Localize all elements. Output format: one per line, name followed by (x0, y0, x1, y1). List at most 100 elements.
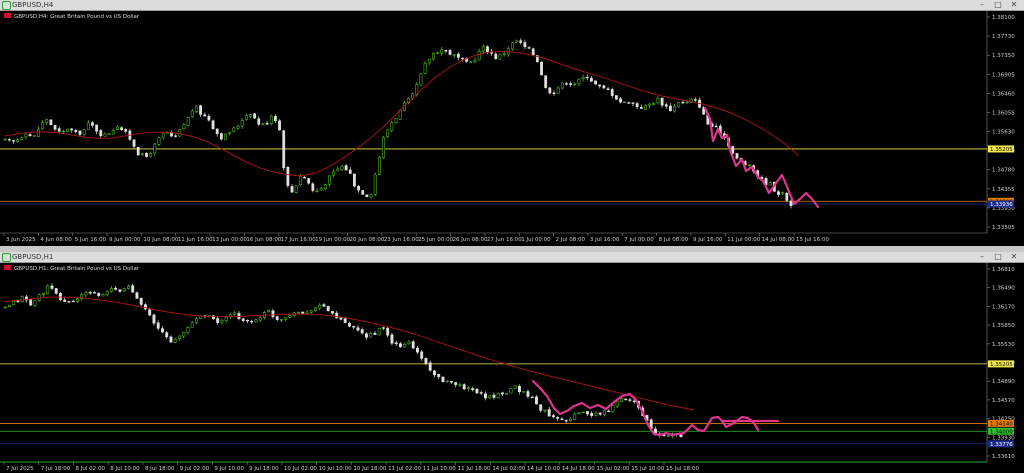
y-tick-label: 1.36810 (992, 267, 1015, 273)
maximize-button[interactable]: □ (992, 252, 1004, 262)
candle-body (348, 169, 352, 174)
candle-body (95, 124, 99, 132)
candle-body (479, 392, 483, 394)
candle-body (353, 173, 356, 187)
x-tick-label: 4 Jun 08:00 (40, 237, 72, 243)
price-tag-label-yellow: 1.35205 (990, 147, 1013, 153)
candle-body (615, 401, 619, 407)
candle-body (249, 114, 252, 117)
candle-body (540, 61, 543, 76)
candle-body (648, 103, 652, 106)
candle-body (377, 156, 381, 175)
window-title: GBPUSD,H4 (12, 1, 54, 9)
price-tag-label-green: 1.34000 (990, 429, 1013, 435)
candle-body (356, 327, 360, 331)
candle-body (186, 327, 190, 333)
candle-body (656, 98, 660, 104)
candle-body (454, 382, 458, 385)
candle-body (556, 87, 560, 94)
y-tick-label: 1.36170 (992, 304, 1015, 310)
candle-body (182, 124, 186, 129)
window-titlebar[interactable]: GBPUSD,H4 – □ ✕ (0, 0, 1024, 11)
candle-body (523, 42, 527, 48)
close-button[interactable]: ✕ (1008, 252, 1020, 262)
candle-body (594, 80, 597, 85)
candle-body (505, 392, 509, 395)
candle-body (386, 129, 390, 138)
x-tick-label: 11 Jul 00:00 (727, 237, 760, 243)
candle-body (199, 105, 202, 115)
x-tick-label: 9 Jul 18:00 (249, 466, 279, 472)
candle-body (28, 134, 32, 136)
x-tick-label: 15 Jul 02:00 (597, 466, 630, 472)
close-button[interactable]: ✕ (1008, 0, 1020, 10)
candle-body (76, 298, 79, 302)
chart-h4[interactable]: GBPUSD,H4: Great Britain Pound vs US Dol… (0, 11, 1024, 246)
candle-body (666, 435, 670, 437)
candle-body (677, 102, 681, 108)
candle-body (91, 122, 94, 126)
candle-body (236, 126, 240, 129)
candle-body (477, 50, 481, 61)
candle-body (224, 317, 228, 322)
candle-body (303, 176, 306, 179)
x-tick-label: 26 Jun 08:00 (453, 237, 488, 243)
y-tick-label: 1.33505 (992, 225, 1015, 231)
candle-body (781, 192, 785, 195)
candle-body (120, 127, 123, 130)
candle-body (635, 103, 639, 107)
minimize-button[interactable]: – (976, 0, 988, 10)
minimize-button[interactable]: – (976, 252, 988, 262)
y-tick-label: 1.34780 (992, 168, 1015, 174)
candle-body (428, 362, 432, 371)
chart-h1[interactable]: GBPUSD,H1: Great Britain Pound vs US Dol… (0, 263, 1024, 473)
candle-body (265, 123, 269, 125)
candle-body (681, 101, 685, 104)
candle-body (552, 92, 556, 94)
candle-body (714, 125, 718, 128)
candle-body (506, 48, 510, 55)
candle-body (63, 299, 67, 302)
candle-body (539, 404, 543, 411)
candle-body (7, 139, 11, 141)
candle-body (469, 61, 473, 63)
candle-body (373, 174, 377, 195)
candle-body (105, 291, 109, 296)
candle-body (441, 376, 445, 383)
candle-body (253, 113, 257, 119)
maximize-button[interactable]: □ (992, 0, 1004, 10)
x-tick-label: 20 Jun 08:00 (349, 237, 384, 243)
candle-body (246, 319, 249, 322)
candle-body (12, 140, 15, 142)
candle-body (286, 167, 290, 186)
y-tick-label: 1.37350 (992, 53, 1015, 59)
price-tag-label-navy: 1.33936 (990, 202, 1013, 208)
candle-body (590, 77, 593, 82)
candle-body (111, 130, 115, 135)
x-tick-label: 3 Jul 16:00 (590, 237, 620, 243)
window-titlebar[interactable]: GBPUSD,H1 – □ ✕ (0, 252, 1024, 263)
candle-body (527, 47, 531, 49)
candle-body (399, 343, 402, 348)
candle-body (577, 412, 581, 414)
x-tick-label: 14 Jul 08:00 (762, 237, 795, 243)
x-tick-label: 10 Jul 02:00 (284, 466, 317, 472)
y-tick-label: 1.38100 (992, 15, 1015, 21)
candle-body (377, 328, 381, 336)
candle-body (174, 135, 178, 137)
candle-body (348, 322, 351, 327)
candle-body (116, 126, 119, 131)
candle-body (437, 374, 441, 378)
candle-body (581, 411, 585, 414)
candle-body (731, 146, 735, 154)
candle-body (496, 393, 500, 399)
candle-body (67, 301, 71, 303)
x-tick-label: 11 Jun 16:00 (178, 237, 213, 243)
candle-body (49, 119, 53, 126)
x-tick-label: 8 Jul 02:00 (75, 466, 105, 472)
y-tick-label: 1.34570 (992, 398, 1015, 404)
candle-body (29, 299, 33, 306)
x-tick-label: 10 Jul 10:00 (319, 466, 352, 472)
candle-body (564, 419, 568, 422)
candle-body (66, 128, 69, 132)
